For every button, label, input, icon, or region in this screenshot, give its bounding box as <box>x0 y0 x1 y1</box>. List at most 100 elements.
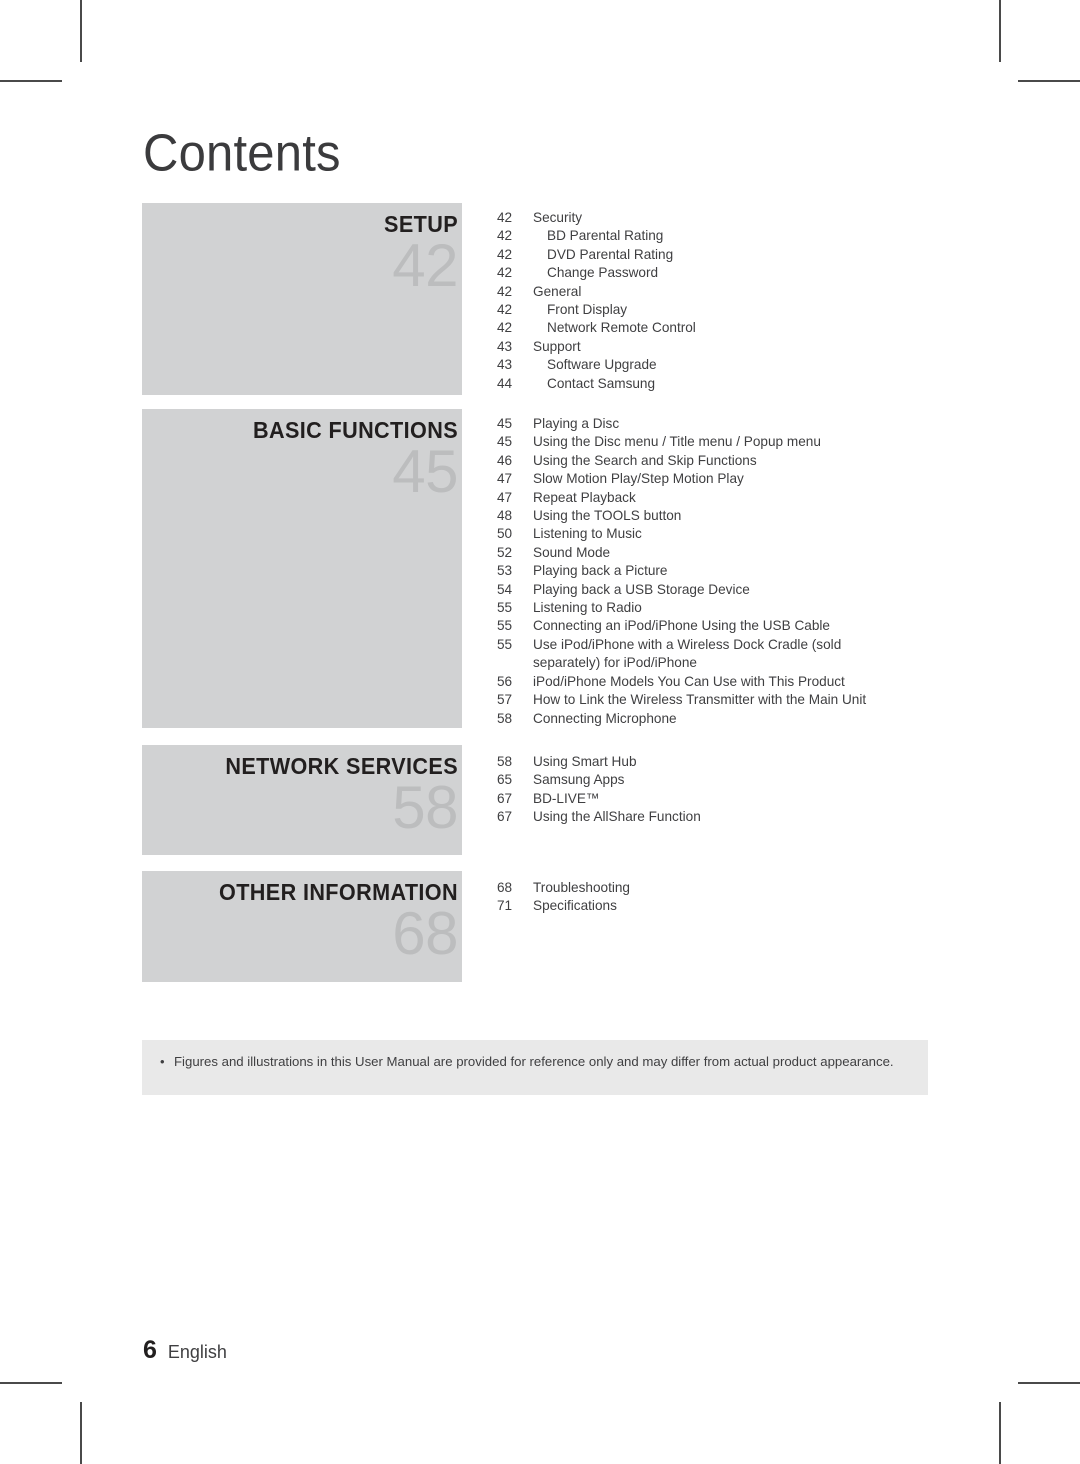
toc-entry[interactable]: 46 Using the Search and Skip Functions <box>497 452 927 470</box>
crop-mark-top-right-vertical <box>999 0 1001 62</box>
toc-entry-title: Connecting Microphone <box>533 710 677 726</box>
toc-entry-page-number: 55 <box>497 636 513 652</box>
toc-entry-title: BD-LIVE™ <box>533 790 600 806</box>
toc-entry[interactable]: 55 Listening to Radio <box>497 599 927 617</box>
toc-entry-title: Using Smart Hub <box>533 754 637 769</box>
crop-mark-top-left-vertical <box>80 0 82 62</box>
toc-entry-title: Troubleshooting <box>533 880 630 895</box>
section-label: NETWORK SERVICES <box>225 753 458 779</box>
toc-entry-page-number: 67 <box>497 809 513 825</box>
toc-entry-page-number: 42 <box>497 265 513 281</box>
toc-entry[interactable]: 42 DVD Parental Rating <box>497 246 927 264</box>
section-label: BASIC FUNCTIONS <box>252 417 458 443</box>
toc-entry-title: Listening to Radio <box>533 600 642 616</box>
bullet-icon: • <box>160 1054 165 1069</box>
toc-entry[interactable]: 42 General <box>497 283 927 301</box>
section-block-basic-functions: BASIC FUNCTIONS 45 <box>142 409 462 728</box>
toc-entry[interactable]: 43 Software Upgrade <box>497 356 927 374</box>
toc-entry[interactable]: 55 Connecting an iPod/iPhone Using the US… <box>497 617 927 635</box>
toc-entry-page-number: 52 <box>497 544 513 560</box>
toc-entry-title: Software Upgrade <box>547 357 657 373</box>
toc-entry-title: Playing a Disc <box>533 416 620 431</box>
page-title: Contents <box>143 124 341 183</box>
toc-entry-page-number: 47 <box>497 489 513 505</box>
toc-entry-title: Listening to Music <box>533 526 642 542</box>
section-block-network-services: NETWORK SERVICES 58 <box>142 745 462 855</box>
toc-entry[interactable]: 57 How to Link the Wireless Transmitter w… <box>497 691 927 709</box>
toc-entry[interactable]: 50 Listening to Music <box>497 525 927 543</box>
toc-entry[interactable]: separately) for iPod/iPhone <box>497 654 927 672</box>
toc-entry[interactable]: 52 Sound Mode <box>497 544 927 562</box>
toc-entry-page-number: 65 <box>497 772 513 788</box>
toc-entry[interactable]: 65 Samsung Apps <box>497 771 927 789</box>
toc-entry[interactable]: 68 Troubleshooting <box>497 879 927 897</box>
toc-entry-title: Playing back a USB Storage Device <box>533 581 750 597</box>
toc-group-setup: 42 Security 42 BD Parental Rating 42 DVD Pare… <box>497 209 927 393</box>
toc-entry[interactable]: 42 Security <box>497 209 927 227</box>
toc-entry-page-number: 68 <box>497 880 513 895</box>
toc-entry-title: Use iPod/iPhone with a Wireless Dock Cra… <box>533 636 842 652</box>
toc-entry-title: General <box>533 283 582 299</box>
toc-entry-title: Using the Disc menu / Title menu / Popup… <box>533 434 821 450</box>
toc-entry-page-number: 46 <box>497 452 513 468</box>
toc-entry[interactable]: 54 Playing back a USB Storage Device <box>497 581 927 599</box>
toc-entry-title: Specifications <box>533 898 617 914</box>
toc-entry[interactable]: 42 BD Parental Rating <box>497 227 927 245</box>
toc-group-network-services: 58 Using Smart Hub 65 Samsung Apps 67 BD-LIVE… <box>497 753 927 827</box>
toc-entry[interactable]: 67 Using the AllShare Function <box>497 808 927 826</box>
toc-entry-title: Using the AllShare Function <box>533 809 701 825</box>
toc-entry[interactable]: 48 Using the TOOLS button <box>497 507 927 525</box>
toc-entry[interactable]: 71 Specifications <box>497 897 927 915</box>
section-number: 68 <box>392 900 458 967</box>
toc-entry[interactable]: 47 Repeat Playback <box>497 489 927 507</box>
toc-entry[interactable]: 58 Using Smart Hub <box>497 753 927 771</box>
toc-entry[interactable]: 47 Slow Motion Play/Step Motion Play <box>497 470 927 488</box>
toc-entry-title: DVD Parental Rating <box>547 246 674 262</box>
toc-entry-title: Slow Motion Play/Step Motion Play <box>533 471 744 487</box>
toc-entry-page-number: 54 <box>497 581 513 597</box>
toc-entry[interactable]: 45 Playing a Disc <box>497 415 927 433</box>
toc-entry[interactable]: 55 Use iPod/iPhone with a Wireless Dock C… <box>497 636 927 654</box>
toc-entry-page-number: 45 <box>497 434 513 450</box>
toc-entry-page-number: 47 <box>497 471 513 487</box>
section-label: OTHER INFORMATION <box>219 879 458 905</box>
note-box: • Figures and illustrations in this User… <box>142 1040 928 1095</box>
toc-entry[interactable]: 67 BD-LIVE™ <box>497 790 927 808</box>
toc-entry-page-number: 48 <box>497 508 513 524</box>
toc-entry-page-number: 44 <box>497 375 513 391</box>
toc-entry-page-number: 55 <box>497 600 513 616</box>
toc-entry-page-number: 45 <box>497 416 513 431</box>
toc-entry-page-number: 50 <box>497 526 513 542</box>
toc-entry-title: Playing back a Picture <box>533 563 668 579</box>
toc-entry-page-number: 67 <box>497 790 513 806</box>
toc-group-basic-functions: 45 Playing a Disc 45 Using the Disc menu / … <box>497 415 927 728</box>
crop-mark-bottom-left-vertical <box>80 1402 82 1464</box>
toc-entry[interactable]: 42 Network Remote Control <box>497 319 927 337</box>
toc-entry[interactable]: 42 Change Password <box>497 264 927 282</box>
toc-entry-page-number: 43 <box>497 338 513 354</box>
note-text: Figures and illustrations in this User M… <box>174 1054 894 1069</box>
toc-entry[interactable]: 45 Using the Disc menu / Title menu / Pop… <box>497 433 927 451</box>
toc-entry[interactable]: 53 Playing back a Picture <box>497 562 927 580</box>
toc-entry-title: Security <box>533 210 583 225</box>
footer-page-number: 6 <box>143 1336 157 1364</box>
crop-mark-bottom-right-vertical <box>999 1402 1001 1464</box>
toc-entry-page-number: 71 <box>497 898 513 914</box>
toc-entry-page-number: 42 <box>497 302 513 318</box>
toc-entry-page-number: 42 <box>497 228 513 244</box>
toc-entry-title: Sound Mode <box>533 544 611 560</box>
toc-entry[interactable]: 42 Front Display <box>497 301 927 319</box>
toc-entry[interactable]: 44 Contact Samsung <box>497 375 927 393</box>
toc-entry-page-number: 57 <box>497 692 513 708</box>
toc-entry[interactable]: 56 iPod/iPhone Models You Can Use with Th… <box>497 673 927 691</box>
toc-entry[interactable]: 43 Support <box>497 338 927 356</box>
toc-entry[interactable]: 58 Connecting Microphone <box>497 710 927 728</box>
toc-entry-title: iPod/iPhone Models You Can Use with This… <box>533 673 845 689</box>
crop-mark-top-left-horizontal <box>0 80 62 82</box>
toc-entry-page-number: 56 <box>497 673 513 689</box>
toc-entry-title: Front Display <box>547 302 628 318</box>
toc-entry-title: How to Link the Wireless Transmitter wit… <box>533 692 867 708</box>
toc-entry-page-number: 58 <box>497 754 513 769</box>
toc-entry-title: separately) for iPod/iPhone <box>533 655 697 671</box>
toc-entry-page-number: 58 <box>497 710 513 726</box>
